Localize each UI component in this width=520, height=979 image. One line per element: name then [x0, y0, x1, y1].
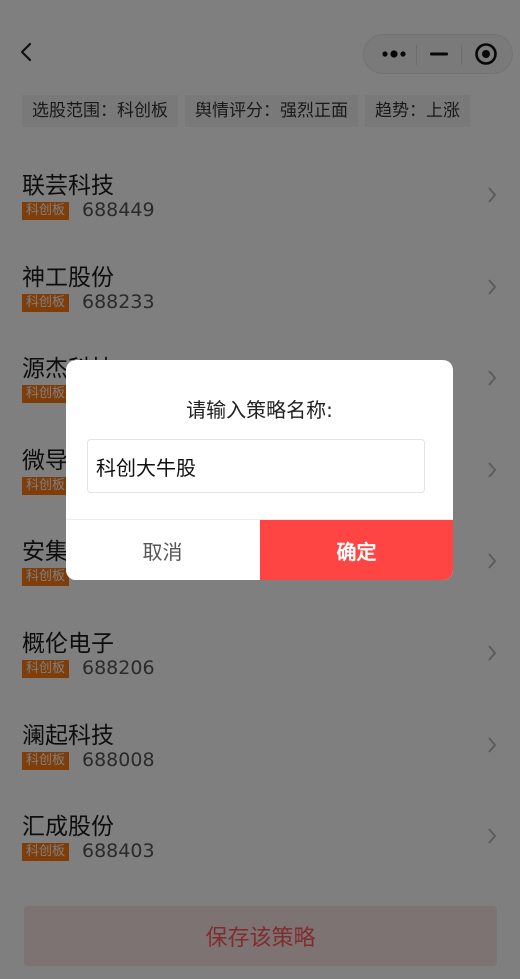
dialog-actions: 取消 确定 [66, 519, 453, 580]
app-root: 选股范围：科创板 舆情评分：强烈正面 趋势：上涨 联芸科技 科创板 688449… [0, 0, 520, 979]
cancel-button[interactable]: 取消 [66, 520, 259, 580]
dialog-title: 请输入策略名称: [186, 398, 333, 422]
strategy-name-input[interactable] [87, 439, 425, 493]
strategy-name-dialog: 请输入策略名称: 取消 确定 [66, 360, 453, 580]
confirm-button[interactable]: 确定 [260, 520, 453, 580]
